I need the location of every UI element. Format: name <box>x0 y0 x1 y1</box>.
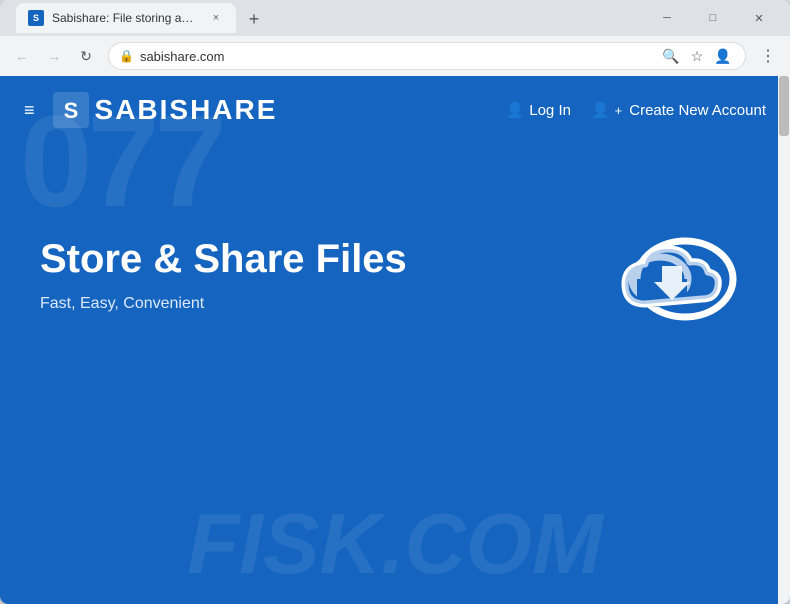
active-tab[interactable]: S Sabishare: File storing and sharin... … <box>16 3 236 33</box>
login-button[interactable]: 👤 Log In <box>506 101 571 119</box>
address-bar: ← → ↻ 🔒 sabishare.com 🔍 ☆ 👤 ⋮ <box>0 36 790 76</box>
tab-favicon: S <box>28 10 44 26</box>
login-label: Log In <box>529 102 571 119</box>
lock-icon: 🔒 <box>119 49 134 63</box>
hero-text: Store & Share Files Fast, Easy, Convenie… <box>40 235 590 313</box>
register-button[interactable]: 👤 + Create New Account <box>591 101 766 119</box>
search-icon[interactable]: 🔍 <box>659 44 683 68</box>
tab-title: Sabishare: File storing and sharin... <box>52 11 200 25</box>
register-icon: 👤 <box>591 101 610 119</box>
url-bar[interactable]: 🔒 sabishare.com 🔍 ☆ 👤 <box>108 42 746 70</box>
back-button[interactable]: ← <box>8 42 36 70</box>
browser-menu-button[interactable]: ⋮ <box>754 42 782 70</box>
site-logo: S SABISHARE <box>53 92 278 128</box>
profile-icon[interactable]: 👤 <box>711 44 735 68</box>
nav-actions: 👤 Log In 👤 + Create New Account <box>506 101 766 119</box>
page-content: 077 FISK.COM ≡ S SABISHARE 👤 Log In <box>0 76 790 604</box>
close-button[interactable]: ✕ <box>736 3 782 33</box>
login-icon: 👤 <box>506 101 525 119</box>
tab-bar: S Sabishare: File storing and sharin... … <box>8 3 644 33</box>
url-text: sabishare.com <box>140 49 653 64</box>
watermark-bottom: FISK.COM <box>0 496 790 594</box>
window-controls: ─ □ ✕ <box>644 3 782 33</box>
logo-text: SABISHARE <box>95 94 278 126</box>
hero-title: Store & Share Files <box>40 235 590 283</box>
url-actions: 🔍 ☆ 👤 <box>659 44 735 68</box>
site-nav: ≡ S SABISHARE 👤 Log In 👤 + <box>0 76 790 144</box>
tab-close-button[interactable]: × <box>208 10 224 26</box>
maximize-button[interactable]: □ <box>690 3 736 33</box>
register-label: Create New Account <box>629 102 766 119</box>
svg-text:S: S <box>63 98 78 123</box>
title-bar: S Sabishare: File storing and sharin... … <box>0 0 790 36</box>
hero-section: Store & Share Files Fast, Easy, Convenie… <box>0 144 790 384</box>
bookmark-icon[interactable]: ☆ <box>685 44 709 68</box>
logo-icon: S <box>53 92 89 128</box>
hero-subtitle: Fast, Easy, Convenient <box>40 295 590 313</box>
hamburger-icon[interactable]: ≡ <box>24 100 35 121</box>
register-plus: + <box>615 103 623 118</box>
new-tab-button[interactable]: + <box>240 5 268 33</box>
hero-icon <box>590 204 750 344</box>
cloud-icon <box>590 204 750 344</box>
browser-frame: S Sabishare: File storing and sharin... … <box>0 0 790 604</box>
forward-button[interactable]: → <box>40 42 68 70</box>
minimize-button[interactable]: ─ <box>644 3 690 33</box>
refresh-button[interactable]: ↻ <box>72 42 100 70</box>
